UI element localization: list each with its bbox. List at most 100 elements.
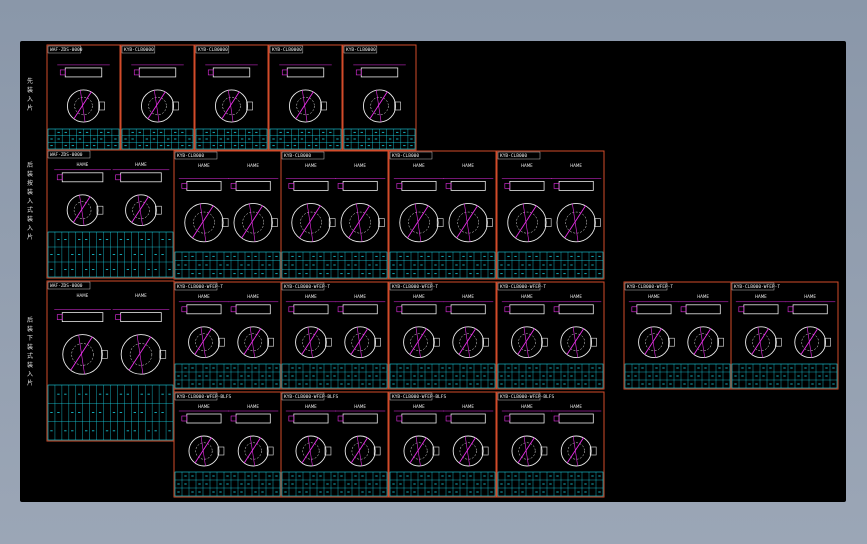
disc-view (344, 435, 376, 467)
side-view (401, 180, 437, 191)
drawing-sheet-r3-3[interactable]: KYB-CLB000-WFEP-T HAME HAME (388, 281, 497, 390)
drawing-sheet-r3-4[interactable]: KYB-CLB000-WFEP-T HAME HAME (496, 281, 605, 390)
disc-view (399, 202, 439, 243)
disc-view (66, 89, 101, 123)
view-label: HAME (354, 163, 366, 168)
sheet-title: KYB-CLB000-WFEP-BLFS (500, 394, 554, 400)
side-view (293, 413, 329, 424)
side-view (186, 180, 222, 191)
drawing-sheet-r2-0[interactable]: WAF-ZDS-0000 HAME HAME (46, 149, 175, 279)
drawing-sheet-r3-2[interactable]: KYB-CLB000-WFEP-T HAME HAME (280, 281, 389, 390)
side-view (212, 67, 251, 78)
side-view (186, 413, 222, 424)
drawing-sheet-r2-3[interactable]: KYB-CLB000 HAME HAME (388, 150, 497, 280)
disc-view (288, 89, 323, 123)
disc-view (403, 326, 435, 359)
view-label: HAME (305, 163, 317, 168)
drawing-sheet-r2-2[interactable]: KYB-CLB000 HAME HAME (280, 150, 389, 280)
view-label: HAME (135, 293, 147, 298)
disc-view (511, 326, 543, 359)
drawing-sheet-r1-4[interactable]: KYB-CLB0000 (342, 44, 417, 151)
sheet-title: KYB-CLB000-WFEP-T (734, 284, 780, 290)
disc-view (140, 89, 175, 123)
disc-view (188, 326, 220, 359)
sheet-title: KYB-CLB000-WFEP-T (284, 284, 330, 290)
side-view (450, 180, 486, 191)
view-label: HAME (135, 162, 147, 167)
disc-view (560, 326, 593, 359)
side-view (401, 304, 437, 315)
sheet-title: KYB-CLB0000 (346, 47, 376, 53)
side-view (636, 304, 672, 315)
drawing-canvas[interactable]: 先 装 入 片 后 装 按 装 入 式 装 入 片 后 装 下 装 式 装 入 … (20, 41, 846, 502)
view-label: HAME (462, 294, 474, 299)
disc-view (560, 435, 592, 467)
drawing-sheet-r3-0[interactable]: WAF-ZDS-0000 HAME HAME (46, 280, 175, 442)
view-label: HAME (521, 404, 533, 409)
drawing-sheet-r3-1[interactable]: KYB-CLB000-WFEP-T HAME HAME (173, 281, 282, 390)
disc-view (745, 326, 777, 359)
disc-view (452, 326, 485, 359)
view-label: HAME (570, 163, 582, 168)
disc-view (511, 435, 543, 467)
sheet-title: KYB-CLB000 (177, 153, 204, 159)
drawing-sheet-r3-5[interactable]: KYB-CLB000-WFEP-T HAME HAME (623, 281, 732, 390)
view-label: HAME (247, 404, 259, 409)
sheet-border (173, 150, 282, 280)
drawing-sheet-r4-1[interactable]: KYB-CLB000-WFEP-BLFS HAME HAME (280, 391, 389, 498)
drawing-sheet-r1-0[interactable]: WAF-ZDS-0000 (46, 44, 121, 151)
view-label: HAME (198, 404, 210, 409)
sheet-title: KYB-CLB000-WFEP-BLFS (177, 394, 231, 400)
sheet-title: KYB-CLB000-WFEP-T (627, 284, 673, 290)
drawing-sheet-r4-2[interactable]: KYB-CLB000-WFEP-BLFS HAME HAME (388, 391, 497, 498)
disc-view (556, 202, 596, 243)
disc-view (295, 435, 327, 467)
view-label: HAME (247, 294, 259, 299)
view-label: HAME (198, 163, 210, 168)
side-view (286, 67, 325, 78)
side-view (342, 413, 378, 424)
sheet-title: KYB-CLB000-WFEP-T (500, 284, 546, 290)
disc-view (344, 326, 377, 359)
disc-view (188, 435, 220, 467)
view-label: HAME (755, 294, 767, 299)
disc-view (794, 326, 827, 359)
side-view (293, 304, 329, 315)
side-view (558, 304, 594, 315)
drawing-sheet-r2-1[interactable]: KYB-CLB000 HAME HAME (173, 150, 282, 280)
drawing-sheet-r4-3[interactable]: KYB-CLB000-WFEP-BLFS HAME HAME (496, 391, 605, 498)
side-view (61, 172, 104, 183)
drawing-sheet-r3-6[interactable]: KYB-CLB000-WFEP-T HAME HAME (730, 281, 839, 390)
sheet-title: KYB-CLB000-WFEP-T (177, 284, 223, 290)
disc-view (62, 334, 103, 375)
drawing-sheet-r4-0[interactable]: KYB-CLB000-WFEP-BLFS HAME HAME (173, 391, 282, 498)
disc-view (638, 326, 670, 359)
side-view (342, 304, 378, 315)
drawing-sheet-r1-3[interactable]: KYB-CLB0000 (268, 44, 343, 151)
sheet-title: KYB-CLB000 (500, 153, 527, 159)
side-view (509, 180, 545, 191)
cad-drawing[interactable]: WAF-ZDS-0000 KYB-CLB0000 KYB-CLB0000 KYB-CL… (20, 41, 846, 502)
sheet-title: KYB-CLB000 (284, 153, 311, 159)
side-view (360, 67, 399, 78)
side-view (450, 413, 486, 424)
view-label: HAME (77, 162, 89, 167)
disc-view (452, 435, 484, 467)
sheet-title: WAF-ZDS-0000 (50, 152, 83, 158)
view-label: HAME (305, 404, 317, 409)
disc-view (214, 89, 249, 123)
drawing-sheet-r1-2[interactable]: KYB-CLB0000 (194, 44, 269, 151)
view-label: HAME (354, 404, 366, 409)
side-view (138, 67, 177, 78)
disc-view (403, 435, 435, 467)
disc-view (295, 326, 327, 359)
drawing-sheet-r1-1[interactable]: KYB-CLB0000 (120, 44, 195, 151)
side-view (293, 180, 329, 191)
sheet-title: KYB-CLB000-WFEP-BLFS (284, 394, 338, 400)
side-view (401, 413, 437, 424)
disc-view (507, 202, 547, 243)
view-label: HAME (462, 404, 474, 409)
sheet-title: WAF-ZDS-0000 (50, 47, 83, 53)
drawing-sheet-r2-4[interactable]: KYB-CLB000 HAME HAME (496, 150, 605, 280)
side-view (235, 304, 271, 315)
